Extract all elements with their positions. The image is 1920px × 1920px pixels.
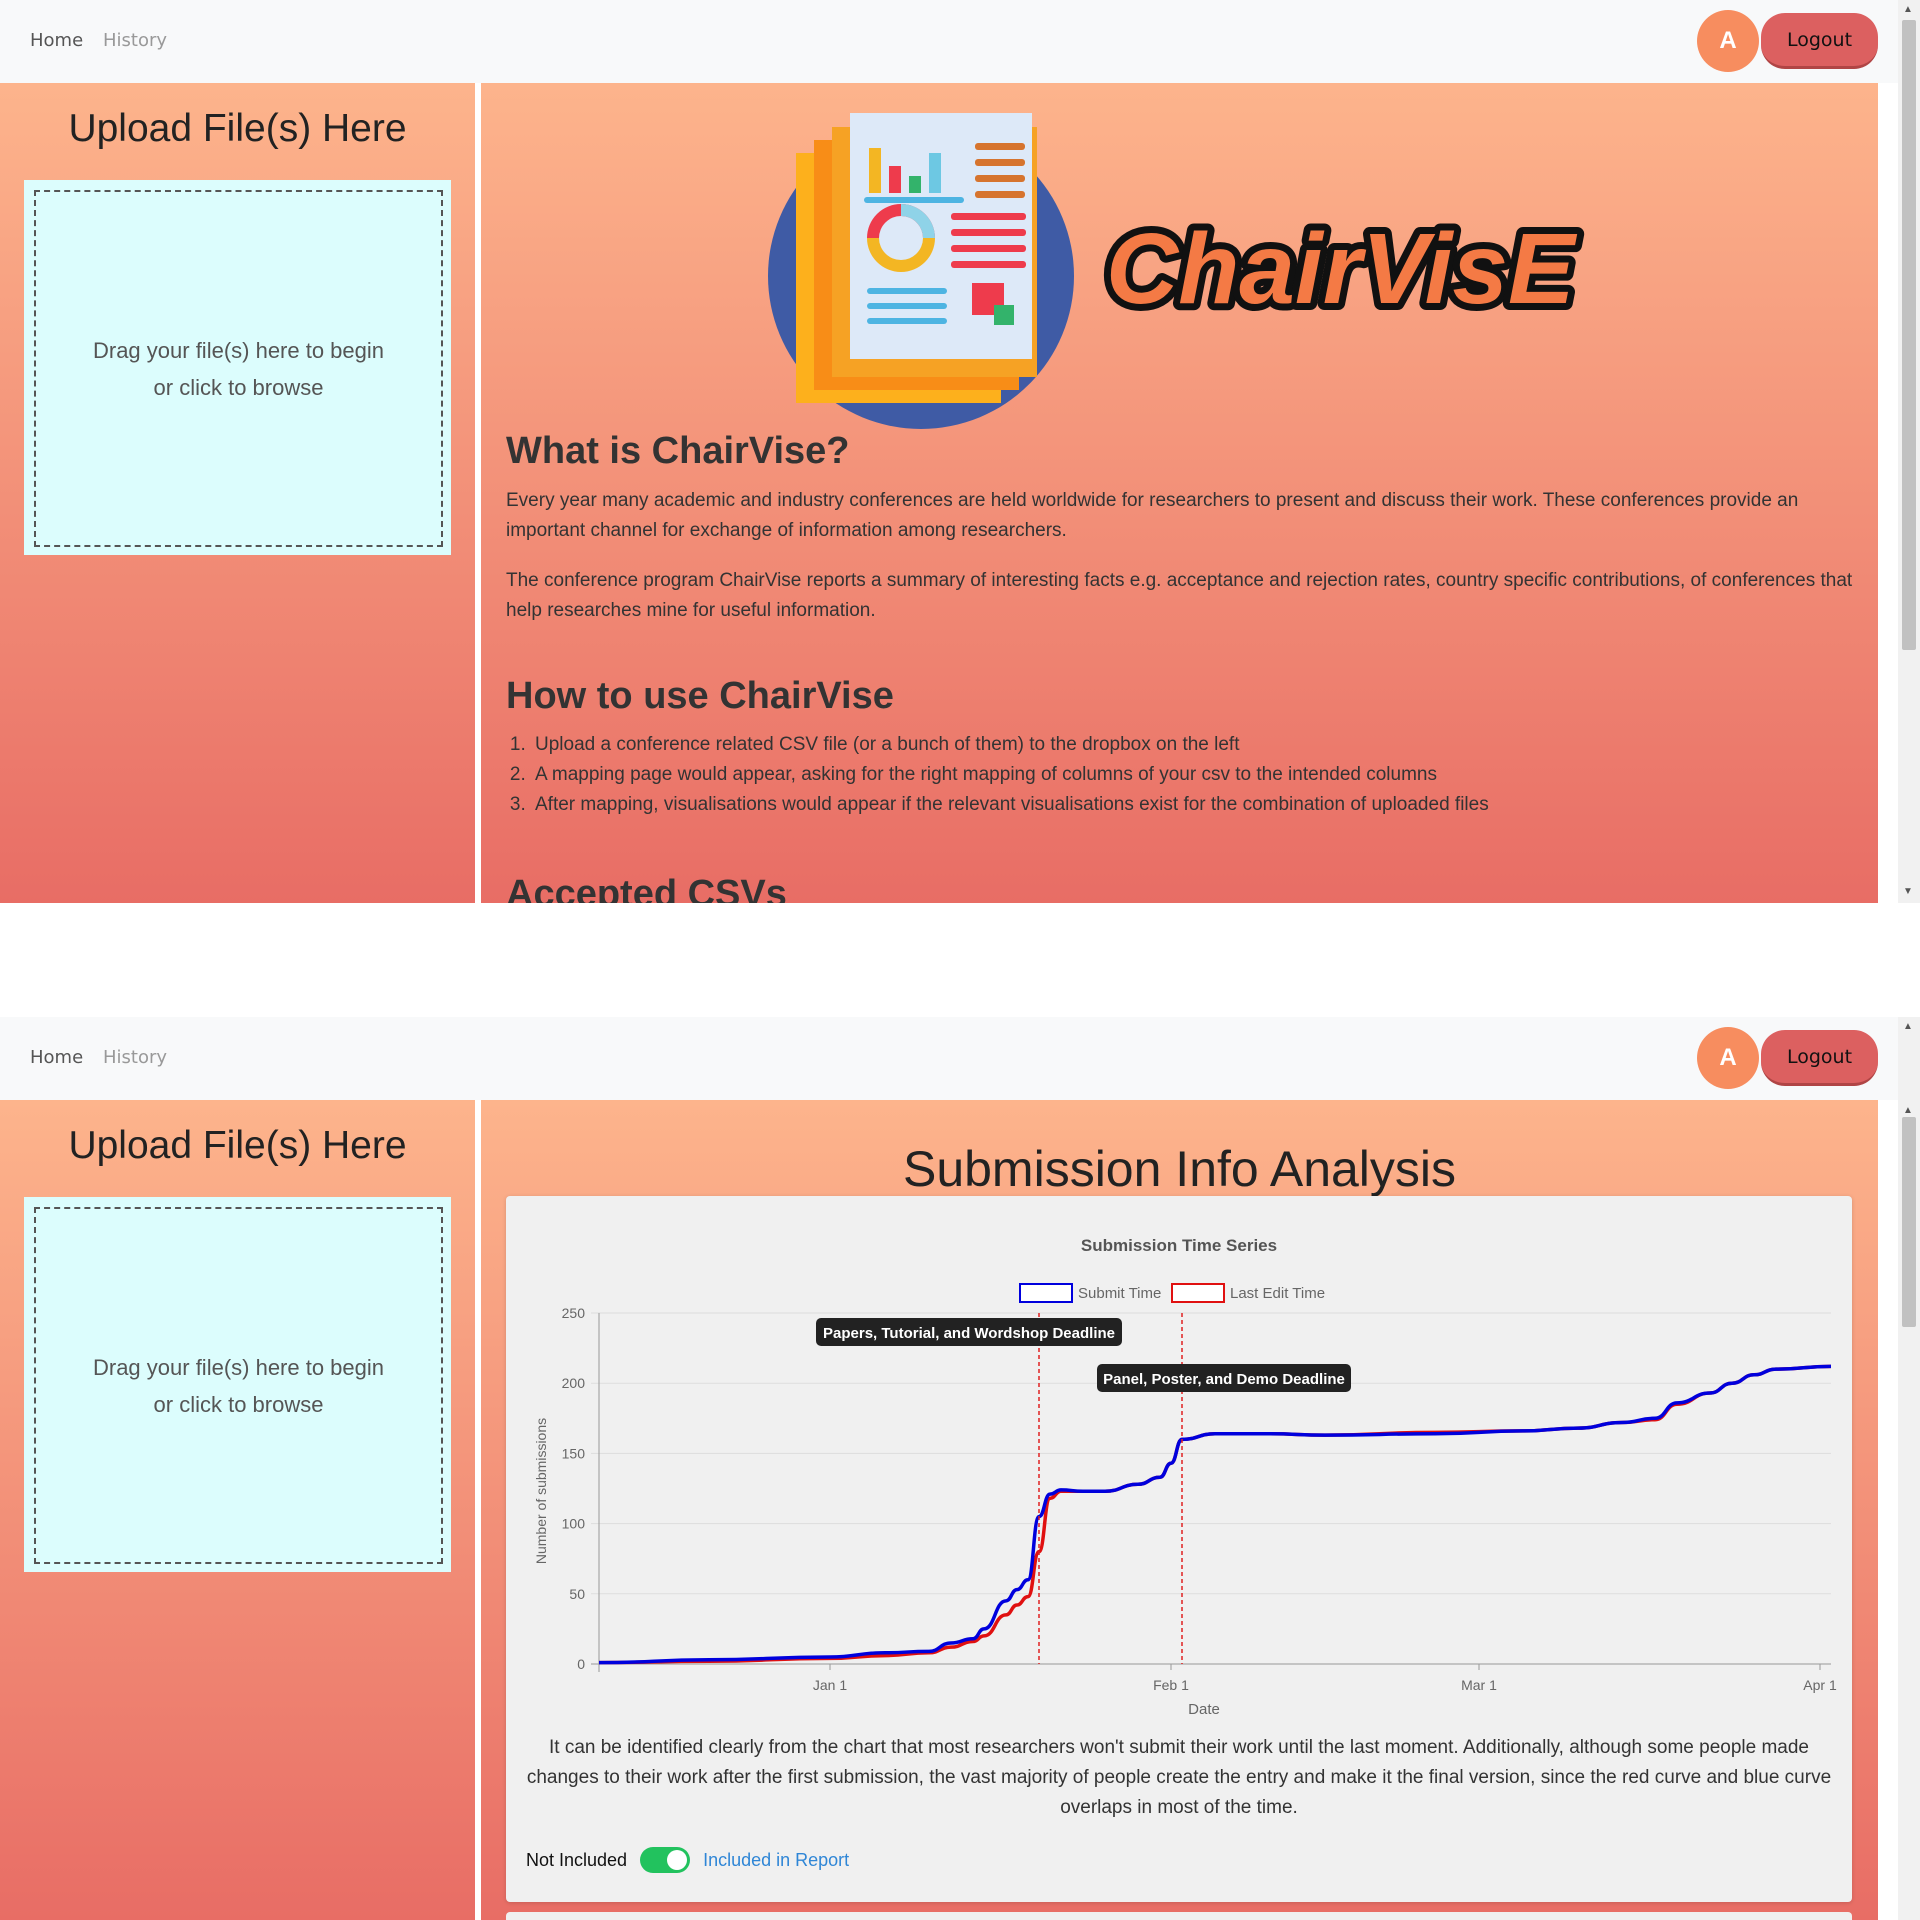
step-item: After mapping, visualisations would appe… [531, 790, 1489, 820]
scroll-up-icon[interactable]: ▲ [1903, 1105, 1913, 1116]
chart-description: It can be identified clearly from the ch… [526, 1737, 1832, 1818]
what-is-paragraph-1: Every year many academic and industry co… [506, 490, 1799, 541]
chart-card: Submission Time Series Submit Time Last … [506, 1196, 1852, 1902]
analysis-main-panel: Submission Info Analysis Submission Time… [481, 1100, 1878, 1920]
chart-title: Submission Time Series [1081, 1236, 1277, 1255]
upload-panel: Upload File(s) Here Drag your file(s) he… [0, 83, 475, 903]
x-axis-label: Date [1188, 1701, 1220, 1718]
y-tick-label: 100 [562, 1516, 586, 1532]
legend-swatch-last-edit[interactable] [1171, 1283, 1225, 1303]
scroll-up-icon[interactable]: ▲ [1903, 4, 1913, 15]
home-main-panel: ChairVisE ChairVisE What is ChairVise? E… [481, 83, 1878, 903]
accepted-csvs-heading: Accepted CSVs [506, 873, 787, 903]
what-is-paragraph-2: The conference program ChairVise reports… [506, 570, 1853, 621]
y-tick-label: 200 [562, 1375, 586, 1391]
chart-legend: Submit Time Last Edit Time [1019, 1283, 1325, 1303]
dropzone[interactable]: Drag your file(s) here to begin or click… [24, 1197, 451, 1572]
how-to-steps: Upload a conference related CSV file (or… [506, 730, 1489, 820]
nav-history-link[interactable]: History [103, 1047, 167, 1068]
scroll-down-icon[interactable]: ▼ [1903, 886, 1913, 897]
dropzone[interactable]: Drag your file(s) here to begin or click… [24, 180, 451, 555]
scroll-up-icon[interactable]: ▲ [1903, 1021, 1913, 1032]
avatar[interactable]: A [1697, 1027, 1759, 1089]
dropzone-area[interactable]: Drag your file(s) here to begin or click… [34, 190, 443, 547]
next-card-edge [506, 1912, 1852, 1920]
x-tick-label: Apr 1 [1803, 1677, 1837, 1693]
scroll-thumb[interactable] [1902, 20, 1916, 650]
dropzone-text-line2: or click to browse [153, 374, 324, 400]
navbar: Home History A Logout [0, 0, 1898, 83]
step-item: Upload a conference related CSV file (or… [531, 730, 1489, 760]
analysis-screenshot: Home History A Logout ▲ ▲ Upload File(s)… [0, 1017, 1920, 1920]
report-logo-icon [768, 113, 1074, 429]
home-screenshot: Home History A Logout ▲ ▼ Upload File(s)… [0, 0, 1920, 903]
nav-home-link[interactable]: Home [30, 1047, 83, 1068]
x-tick-label: Feb 1 [1153, 1677, 1189, 1693]
legend-label-last-edit[interactable]: Last Edit Time [1230, 1285, 1325, 1302]
dropzone-text-line1: Drag your file(s) here to begin [92, 337, 385, 363]
page-title: Submission Info Analysis [902, 1141, 1457, 1197]
legend-swatch-submit[interactable] [1019, 1283, 1073, 1303]
logout-button[interactable]: Logout [1761, 1030, 1878, 1086]
dropzone-text-line2: or click to browse [153, 1391, 324, 1417]
page-scrollbar[interactable]: ▲ ▼ [1898, 0, 1920, 903]
nav-history-link[interactable]: History [103, 30, 167, 51]
y-tick-label: 250 [562, 1305, 586, 1321]
upload-panel: Upload File(s) Here Drag your file(s) he… [0, 1100, 475, 1920]
dropzone-text-line1: Drag your file(s) here to begin [92, 1354, 385, 1380]
x-tick-label: Mar 1 [1461, 1677, 1497, 1693]
scroll-thumb[interactable] [1902, 1117, 1916, 1327]
toggle-off-label: Not Included [526, 1849, 628, 1870]
include-in-report-toggle[interactable] [640, 1847, 691, 1873]
toggle-on-label: Included in Report [703, 1849, 850, 1870]
logo-text: ChairVisE [1106, 213, 1578, 325]
logout-button[interactable]: Logout [1761, 13, 1878, 69]
series-line-last-edit-time[interactable] [598, 1364, 1832, 1665]
nav-home-link[interactable]: Home [30, 30, 83, 51]
what-is-heading: What is ChairVise? [506, 430, 850, 472]
chairvise-logo-text: ChairVisE ChairVisE [1099, 206, 1585, 332]
navbar: Home History A Logout [0, 1017, 1898, 1100]
y-tick-label: 150 [562, 1445, 586, 1461]
submission-time-series-chart: Submission Time Series Submit Time Last … [533, 1236, 1837, 1718]
deadline-label: Panel, Poster, and Demo Deadline [1103, 1371, 1345, 1388]
avatar[interactable]: A [1697, 10, 1759, 72]
toggle-knob [667, 1850, 688, 1870]
dropzone-area[interactable]: Drag your file(s) here to begin or click… [34, 1207, 443, 1564]
page-scrollbar[interactable]: ▲ ▲ [1898, 1017, 1920, 1920]
y-tick-label: 0 [577, 1656, 585, 1672]
legend-label-submit[interactable]: Submit Time [1078, 1285, 1161, 1302]
y-axis-label: Number of submissions [533, 1418, 549, 1564]
series-line-submit-time[interactable] [598, 1364, 1832, 1665]
report-toggle-row: Not Included Included in Report [526, 1846, 849, 1874]
how-to-heading: How to use ChairVise [506, 675, 894, 717]
y-tick-label: 50 [569, 1586, 585, 1602]
deadline-label: Papers, Tutorial, and Wordshop Deadline [823, 1325, 1115, 1342]
step-item: A mapping page would appear, asking for … [531, 760, 1489, 790]
upload-title: Upload File(s) Here [68, 107, 407, 150]
x-tick-label: Jan 1 [813, 1677, 847, 1693]
upload-title: Upload File(s) Here [68, 1124, 407, 1167]
